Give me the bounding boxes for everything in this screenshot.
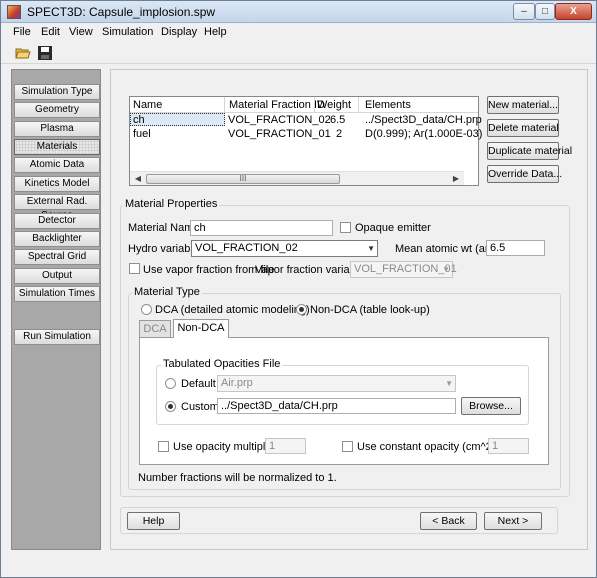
menu-file[interactable]: File: [13, 26, 31, 38]
material-properties-title: Material Properties: [123, 198, 220, 210]
sidebar: Simulation Type Geometry Plasma Material…: [11, 69, 101, 550]
delete-material-button[interactable]: Delete material: [487, 119, 559, 137]
opaque-emitter-checkbox[interactable]: [340, 222, 351, 233]
override-data-button[interactable]: Override Data...: [487, 165, 562, 183]
vapor-fraction-variable-select[interactable]: VOL_FRACTION_01 ▼: [350, 261, 457, 278]
custom-opacity-path-input[interactable]: ../Spect3D_data/CH.prp: [217, 398, 456, 414]
app-logo-icon: [7, 5, 21, 19]
back-button[interactable]: < Back: [420, 512, 477, 530]
chevron-down-icon: ▼: [367, 244, 375, 253]
menu-edit[interactable]: Edit: [41, 26, 60, 38]
sidebar-item-external-rad-source[interactable]: External Rad. Source: [14, 194, 100, 221]
scroll-right-icon[interactable]: ▶: [450, 174, 462, 184]
menu-bar: File Edit View Simulation Display Help: [1, 23, 596, 42]
sidebar-item-geometry[interactable]: Geometry: [14, 102, 100, 118]
menu-help[interactable]: Help: [204, 26, 227, 38]
duplicate-material-button[interactable]: Duplicate material: [487, 142, 572, 160]
sidebar-item-simulation-type[interactable]: Simulation Type: [14, 84, 100, 100]
dca-radio[interactable]: [141, 304, 152, 315]
column-header-fraction-id[interactable]: Material Fraction ID: [229, 99, 325, 111]
material-name-input[interactable]: ch: [190, 220, 333, 236]
hydro-variable-select[interactable]: VOL_FRACTION_02 ▼: [191, 240, 378, 257]
custom-opacity-label: Custom: [181, 401, 219, 413]
sidebar-item-materials[interactable]: Materials: [14, 139, 100, 155]
non-dca-radio[interactable]: [296, 304, 307, 315]
materials-table[interactable]: Name Material Fraction ID Weight Element…: [129, 96, 482, 186]
tabulated-opacities-title: Tabulated Opacities File: [161, 358, 283, 370]
close-button[interactable]: X: [555, 3, 592, 20]
save-icon[interactable]: [37, 45, 53, 61]
column-header-elements[interactable]: Elements: [365, 99, 411, 111]
scrollbar-thumb[interactable]: III: [146, 174, 340, 184]
constant-opacity-input[interactable]: 1: [488, 438, 529, 454]
default-opacity-radio[interactable]: [165, 378, 176, 389]
sidebar-item-detector[interactable]: Detector: [14, 213, 100, 229]
title-bar: SPECT3D: Capsule_implosion.spw – □ X: [1, 1, 596, 23]
column-header-weight[interactable]: Weight: [317, 99, 351, 111]
material-type-title: Material Type: [132, 286, 202, 298]
tab-dca[interactable]: DCA: [139, 320, 171, 338]
normalization-note: Number fractions will be normalized to 1…: [138, 472, 337, 484]
custom-opacity-radio[interactable]: [165, 401, 176, 412]
mean-atomic-wt-input[interactable]: 6.5: [486, 240, 545, 256]
run-simulation-button[interactable]: Run Simulation: [14, 329, 100, 345]
constant-opacity-label: Use constant opacity (cm^2/g):: [357, 441, 508, 453]
vapor-fraction-checkbox[interactable]: [129, 263, 140, 274]
cell-elements: D(0.999); Ar(1.000E-03): [365, 128, 483, 140]
default-opacity-label: Default: [181, 378, 216, 390]
cell-name: ch: [133, 114, 145, 126]
dca-label: DCA (detailed atomic modeling): [155, 304, 310, 316]
open-folder-icon[interactable]: [15, 45, 31, 61]
menu-display[interactable]: Display: [161, 26, 197, 38]
cell-name: fuel: [133, 128, 151, 140]
default-opacity-value: Air.prp: [221, 377, 253, 389]
help-button[interactable]: Help: [127, 512, 180, 530]
sidebar-item-backlighter[interactable]: Backlighter: [14, 231, 100, 247]
column-header-name[interactable]: Name: [133, 99, 162, 111]
default-opacity-select[interactable]: Air.prp ▼: [217, 375, 456, 392]
new-material-button[interactable]: New material...: [487, 96, 559, 114]
cell-weight: 2: [336, 128, 343, 140]
sidebar-item-plasma[interactable]: Plasma: [14, 121, 100, 137]
cell-elements: ../Spect3D_data/CH.prp: [365, 114, 482, 126]
non-dca-label: Non-DCA (table look-up): [310, 304, 430, 316]
table-row[interactable]: ch VOL_FRACTION_02 6.5 ../Spect3D_data/C…: [130, 114, 482, 127]
window-title: SPECT3D: Capsule_implosion.spw: [27, 5, 216, 19]
opacity-multiplier-checkbox[interactable]: [158, 441, 169, 452]
next-button[interactable]: Next >: [484, 512, 542, 530]
sidebar-item-output[interactable]: Output: [14, 268, 100, 284]
tabulated-opacities-group: [156, 365, 529, 425]
opaque-emitter-label: Opaque emitter: [355, 222, 431, 234]
toolbar: [1, 42, 596, 64]
cell-fraction-id: VOL_FRACTION_02: [228, 114, 331, 126]
hydro-variable-value: VOL_FRACTION_02: [195, 242, 298, 254]
sidebar-item-simulation-times[interactable]: Simulation Times: [14, 286, 100, 302]
cell-weight: 6.5: [330, 114, 346, 126]
scroll-left-icon[interactable]: ◀: [132, 174, 144, 184]
tab-non-dca[interactable]: Non-DCA: [173, 319, 229, 338]
sidebar-item-atomic-data[interactable]: Atomic Data: [14, 157, 100, 173]
table-row[interactable]: fuel VOL_FRACTION_01 2 D(0.999); Ar(1.00…: [130, 128, 482, 141]
maximize-button[interactable]: □: [535, 3, 555, 20]
minimize-button[interactable]: –: [513, 3, 535, 20]
constant-opacity-checkbox[interactable]: [342, 441, 353, 452]
chevron-down-icon: ▼: [442, 265, 450, 274]
table-header: Name Material Fraction ID Weight Element…: [130, 97, 478, 113]
menu-simulation[interactable]: Simulation: [102, 26, 153, 38]
sidebar-item-spectral-grid[interactable]: Spectral Grid: [14, 249, 100, 265]
main-window: SPECT3D: Capsule_implosion.spw – □ X Fil…: [0, 0, 597, 578]
menu-view[interactable]: View: [69, 26, 93, 38]
chevron-down-icon: ▼: [445, 379, 453, 388]
cell-fraction-id: VOL_FRACTION_01: [228, 128, 331, 140]
opacity-multiplier-input[interactable]: 1: [265, 438, 306, 454]
horizontal-scrollbar[interactable]: ◀ III ▶: [130, 171, 464, 185]
browse-button[interactable]: Browse...: [461, 397, 521, 415]
sidebar-item-kinetics-model[interactable]: Kinetics Model: [14, 176, 100, 192]
